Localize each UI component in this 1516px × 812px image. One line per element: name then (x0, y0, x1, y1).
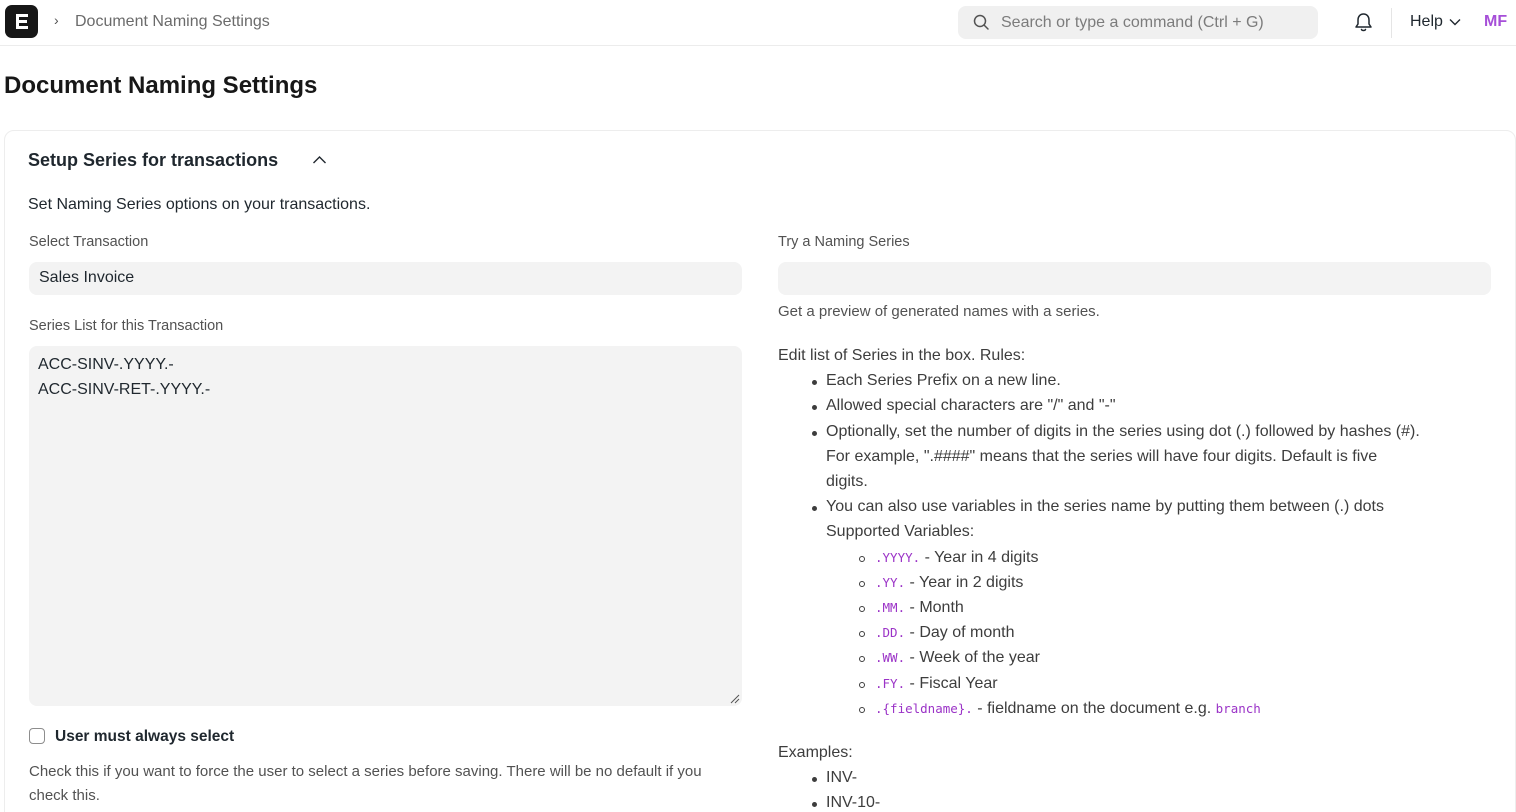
example-item: INV-10- (826, 794, 881, 811)
variable-code: .YY. (875, 575, 906, 590)
variable-desc: - Year in 4 digits (920, 549, 1039, 566)
variable-desc: - Year in 2 digits (905, 574, 1024, 591)
select-transaction-label: Select Transaction (29, 234, 149, 250)
series-list-textarea[interactable]: ACC-SINV-.YYYY.- ACC-SINV-RET-.YYYY.- (29, 346, 742, 706)
variable-desc: - Fiscal Year (905, 675, 998, 692)
variable-code: .WW. (875, 650, 906, 665)
circle-bullet-icon (859, 606, 865, 612)
circle-bullet-icon (859, 631, 865, 637)
circle-bullet-icon (859, 682, 865, 688)
rule-item: For example, ".####" means that the seri… (826, 448, 1378, 465)
section-title[interactable]: Setup Series for transactions (28, 150, 278, 171)
variable-item: .DD. - Day of month (875, 624, 1014, 642)
bullet-icon (812, 802, 817, 807)
search-icon (973, 14, 989, 30)
circle-bullet-icon (859, 707, 865, 713)
circle-bullet-icon (859, 581, 865, 587)
bullet-icon (812, 405, 817, 410)
rules-intro: Edit list of Series in the box. Rules: (778, 347, 1026, 364)
variable-desc: - fieldname on the document e.g. (972, 700, 1216, 717)
chevron-up-icon[interactable] (312, 155, 327, 165)
rule-item: digits. (826, 473, 868, 490)
variable-item: .FY. - Fiscal Year (875, 675, 998, 693)
bullet-icon (812, 380, 817, 385)
examples-label: Examples: (778, 744, 853, 761)
bell-icon[interactable] (1354, 12, 1373, 33)
rule-item: Each Series Prefix on a new line. (826, 372, 1061, 389)
circle-bullet-icon (859, 556, 865, 562)
resize-handle-icon[interactable] (730, 694, 740, 704)
nav-divider (1391, 8, 1392, 38)
series-line: ACC-SINV-RET-.YYYY.- (38, 381, 211, 398)
try-series-input[interactable] (778, 262, 1491, 295)
user-must-select-help: Check this if you want to force the user… (29, 763, 702, 804)
page-title: Document Naming Settings (4, 72, 318, 99)
rule-item: Supported Variables: (826, 523, 975, 540)
user-must-select-checkbox[interactable] (29, 728, 45, 744)
search-placeholder: Search or type a command (Ctrl + G) (1001, 14, 1264, 31)
variable-code: .{fieldname}. (875, 701, 973, 716)
try-series-label: Try a Naming Series (778, 234, 910, 250)
variable-example: branch (1215, 701, 1261, 716)
preview-note: Get a preview of generated names with a … (778, 303, 1100, 320)
top-navbar: › Document Naming Settings Search or typ… (0, 0, 1516, 46)
variable-code: .YYYY. (875, 550, 921, 565)
chevron-right-icon: › (54, 12, 59, 28)
rule-item: Optionally, set the number of digits in … (826, 423, 1420, 440)
variable-desc: - Week of the year (905, 649, 1040, 666)
user-must-select-label[interactable]: User must always select (55, 728, 234, 746)
help-menu[interactable]: Help (1410, 13, 1443, 31)
search-bar[interactable]: Search or type a command (Ctrl + G) (958, 6, 1318, 39)
rule-item: You can also use variables in the series… (826, 498, 1384, 515)
variable-desc: - Month (905, 599, 964, 616)
app-logo-icon[interactable] (5, 5, 38, 38)
select-transaction-field[interactable]: Sales Invoice (29, 262, 742, 295)
bullet-icon (812, 431, 817, 436)
variable-item: .YYYY. - Year in 4 digits (875, 549, 1038, 567)
series-line: ACC-SINV-.YYYY.- (38, 356, 174, 373)
variable-item: .{fieldname}. - fieldname on the documen… (875, 700, 1261, 718)
rule-item: Allowed special characters are "/" and "… (826, 397, 1116, 414)
variable-item: .YY. - Year in 2 digits (875, 574, 1023, 592)
circle-bullet-icon (859, 656, 865, 662)
chevron-down-icon[interactable] (1449, 18, 1461, 26)
variable-code: .DD. (875, 625, 906, 640)
variable-code: .FY. (875, 676, 906, 691)
series-list-label: Series List for this Transaction (29, 318, 224, 334)
variable-desc: - Day of month (905, 624, 1015, 641)
select-transaction-value: Sales Invoice (39, 269, 135, 286)
breadcrumb[interactable]: Document Naming Settings (75, 13, 270, 31)
bullet-icon (812, 777, 817, 782)
variable-item: .WW. - Week of the year (875, 649, 1040, 667)
bullet-icon (812, 506, 817, 511)
section-description: Set Naming Series options on your transa… (28, 196, 371, 213)
variable-code: .MM. (875, 600, 906, 615)
variable-item: .MM. - Month (875, 599, 964, 617)
example-item: INV- (826, 769, 858, 786)
avatar[interactable]: MF (1484, 13, 1507, 31)
